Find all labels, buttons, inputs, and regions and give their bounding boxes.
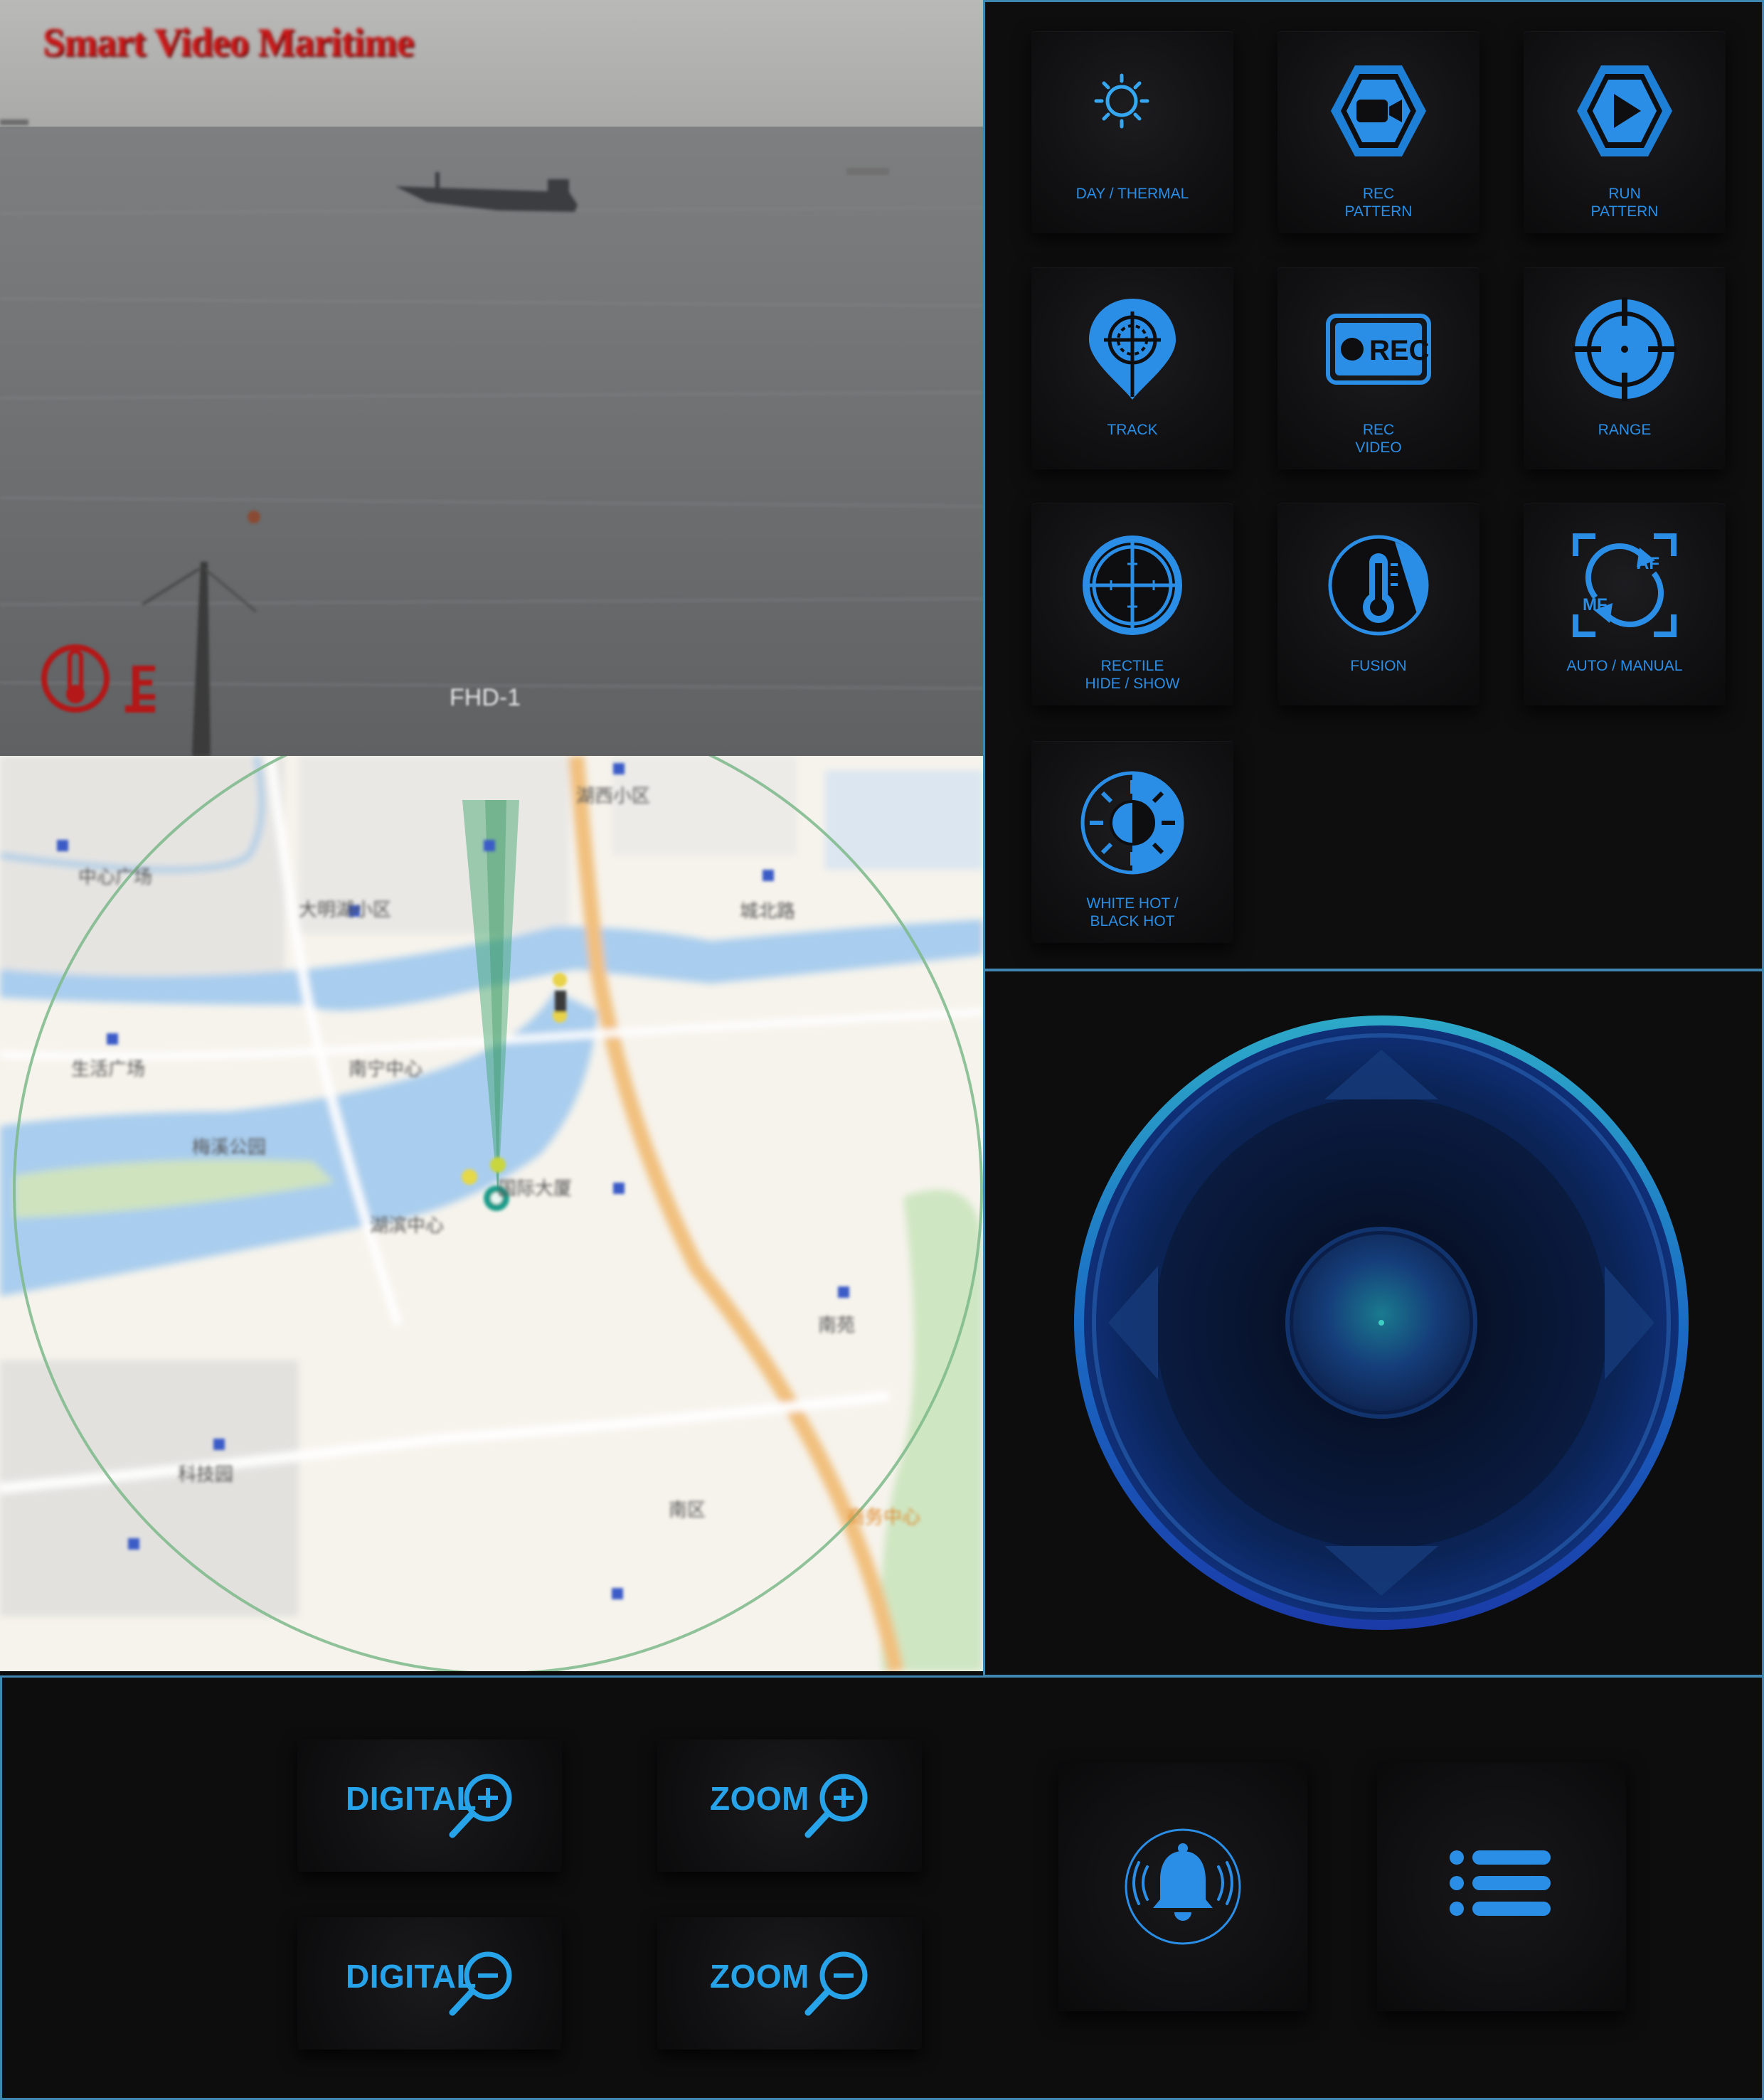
bell-icon — [1125, 1828, 1241, 1945]
day-thermal-button[interactable]: DAY / THERMAL — [1031, 31, 1233, 233]
play-hexagon-icon — [1577, 65, 1672, 156]
optical-zoom-out-label: ZOOM — [710, 1958, 809, 1995]
range-button[interactable]: RANGE — [1524, 267, 1726, 469]
fusion-label: FUSION — [1350, 658, 1407, 674]
map-label: 南苑 — [818, 1314, 856, 1336]
day-night-icon — [1090, 73, 1167, 156]
track-pin-icon — [1089, 299, 1176, 400]
digital-zoom-out-button[interactable]: DIGITAL — [297, 1917, 562, 2050]
rectile-button[interactable]: RECTILE HIDE / SHOW — [1031, 503, 1233, 705]
control-panel: DAY / THERMAL REC PATTERN RUN PATTERN TR… — [984, 0, 1764, 970]
map-label: 湖西小区 — [576, 785, 651, 806]
menu-button[interactable] — [1377, 1762, 1626, 2011]
optical-zoom-in-label: ZOOM — [710, 1780, 809, 1817]
white-black-hot-button[interactable]: WHITE HOT / BLACK HOT — [1031, 741, 1233, 943]
rec-icon: REC — [1326, 314, 1431, 385]
fusion-button[interactable]: FUSION — [1277, 503, 1479, 705]
video-feed[interactable]: Smart Video Maritime FHD-1 — [0, 0, 983, 756]
thermometer-icon — [41, 644, 155, 713]
map-view[interactable]: 中心广场 大明湖小区 南宁中心 湖滨中心 生活广场 国际大厦 城北路 南区 梅溪… — [0, 756, 983, 1671]
video-watermark: Smart Video Maritime — [43, 21, 414, 65]
map-label: 大明湖小区 — [299, 899, 392, 920]
map-label: 南区 — [669, 1499, 706, 1520]
map-label: 中心广场 — [78, 866, 153, 888]
zoom-in-icon — [804, 1774, 868, 1838]
contrast-sun-icon — [1080, 771, 1184, 875]
rec-video-label: REC VIDEO — [1355, 422, 1402, 456]
map-label: 梅溪公园 — [192, 1136, 267, 1158]
map-canvas — [0, 756, 983, 1671]
white-black-hot-label: WHITE HOT / BLACK HOT — [1086, 895, 1179, 929]
digital-zoom-in-button[interactable]: DIGITAL — [297, 1739, 562, 1872]
auto-manual-button[interactable]: AF MF AUTO / MANUAL — [1524, 503, 1726, 705]
af-mf-icon: AF MF — [1573, 533, 1677, 637]
zoom-out-icon — [449, 1951, 512, 2016]
af-text: AF — [1637, 554, 1659, 573]
zoom-in-icon — [449, 1774, 512, 1838]
track-label: TRACK — [1107, 422, 1158, 438]
optical-zoom-out-button[interactable]: ZOOM — [657, 1917, 922, 2050]
rec-video-button[interactable]: REC REC VIDEO — [1277, 267, 1479, 469]
map-label: 湖滨中心 — [370, 1215, 445, 1236]
optical-zoom-in-button[interactable]: ZOOM — [657, 1739, 922, 1872]
rec-icon-text: REC — [1369, 335, 1429, 366]
map-label: 国际大厦 — [498, 1178, 573, 1199]
map-label: 南宁中心 — [349, 1058, 423, 1080]
map-label: 科技园 — [178, 1464, 234, 1485]
run-pattern-label: RUN PATTERN — [1590, 186, 1659, 220]
rectile-label: RECTILE HIDE / SHOW — [1085, 658, 1180, 692]
video-overlay-text: FHD-1 — [450, 684, 521, 711]
camera-hexagon-icon — [1331, 65, 1426, 156]
mf-text: MF — [1583, 595, 1608, 614]
target-icon — [1573, 297, 1677, 401]
map-label: 生活广场 — [71, 1058, 146, 1080]
track-button[interactable]: TRACK — [1031, 267, 1233, 469]
auto-manual-label: AUTO / MANUAL — [1566, 658, 1683, 674]
zoom-out-icon — [804, 1951, 868, 2016]
map-label: 商务中心 — [846, 1506, 921, 1528]
ptz-joystick-area — [984, 971, 1764, 1675]
bottom-toolbar: DIGITAL ZOOM DIGITAL ZOOM — [0, 1677, 1764, 2100]
day-thermal-label: DAY / THERMAL — [1075, 186, 1189, 202]
list-icon — [1450, 1850, 1551, 1916]
range-label: RANGE — [1598, 422, 1652, 438]
ptz-joystick[interactable] — [984, 971, 1764, 1675]
rec-pattern-button[interactable]: REC PATTERN — [1277, 31, 1479, 233]
alarm-button[interactable] — [1058, 1762, 1307, 2011]
map-label: 城北路 — [740, 900, 796, 922]
thermometer-icon — [1328, 535, 1429, 636]
run-pattern-button[interactable]: RUN PATTERN — [1524, 31, 1726, 233]
crosshair-icon — [1083, 535, 1182, 635]
rec-pattern-label: REC PATTERN — [1344, 186, 1413, 220]
